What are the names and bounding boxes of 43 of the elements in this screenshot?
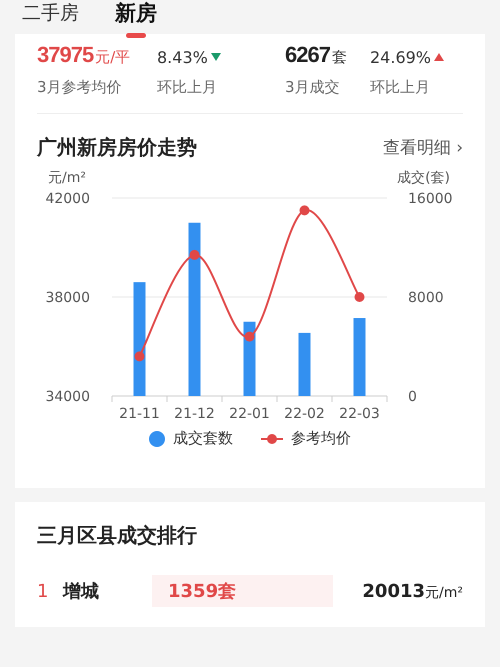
stat-label: 3月成交	[285, 78, 341, 97]
up-triangle-icon	[434, 53, 444, 61]
district-name: 增城	[63, 580, 100, 603]
tab[interactable]: 新房	[115, 1, 157, 38]
stat-unit: 套	[332, 48, 347, 66]
line-point	[134, 351, 144, 362]
axis-tick: 38000	[45, 290, 90, 306]
section-title: 三月区县成交排行	[37, 522, 198, 549]
axis-tick: 21-12	[174, 406, 215, 422]
axis-tick: 42000	[45, 191, 90, 207]
axis-unit: 元/m²	[48, 170, 86, 186]
down-triangle-icon	[210, 53, 221, 61]
line-point	[190, 250, 200, 260]
stat-value: 6267	[285, 42, 330, 67]
average-price: 20013元/m²	[362, 580, 463, 602]
axis-tick: 22-02	[284, 406, 325, 422]
chart-bar	[298, 332, 310, 396]
deals-count: 1359套	[152, 575, 333, 607]
line-point	[244, 332, 254, 342]
axis-tick: 34000	[45, 389, 90, 405]
legend-line-icon	[261, 434, 283, 444]
axis-tick: 22-01	[229, 406, 270, 422]
axis-unit: 成交(套)	[397, 170, 450, 186]
legend-label: 参考均价	[291, 429, 351, 448]
change-label: 环比上月	[370, 78, 431, 97]
line-point	[300, 205, 310, 216]
axis-tick: 21-11	[119, 406, 160, 422]
legend-label: 成交套数	[173, 429, 233, 448]
change-value: 24.69%	[370, 48, 432, 66]
details-link[interactable]: 查看明细 ›	[382, 136, 463, 159]
axis-tick: 8000	[408, 290, 444, 306]
axis-tick: 16000	[408, 191, 453, 207]
stat-label: 3月参考均价	[37, 78, 123, 97]
stat-unit: 元/平	[95, 48, 130, 66]
change-value: 8.43%	[157, 48, 208, 66]
legend-dot-icon	[149, 430, 165, 446]
change-label: 环比上月	[157, 78, 218, 97]
section-title: 广州新房房价走势	[37, 134, 197, 161]
rank-number: 1	[37, 580, 50, 602]
axis-tick: 22-03	[339, 406, 380, 422]
axis-tick: 0	[408, 389, 417, 405]
line-point	[354, 292, 364, 302]
stat-value: 37975	[37, 42, 94, 67]
